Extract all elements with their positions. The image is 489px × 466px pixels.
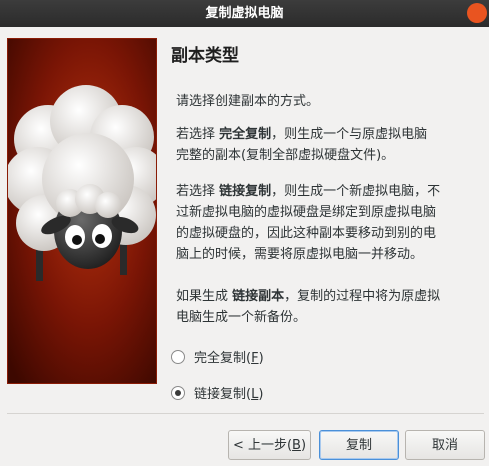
full-clone-option-label: 完全复制(F) [194, 347, 264, 366]
linked-clone-description: 若选择 链接复制，则生成一个新虚拟电脑，不 过新虚拟电脑的虚拟硬盘是绑定到原虚拟… [176, 181, 440, 265]
linked-clone-option[interactable]: 链接复制(L) [171, 383, 263, 402]
linked-clone-label-text: 链接复制( [194, 387, 252, 402]
full-clone-option[interactable]: 完全复制(F) [171, 347, 264, 366]
intro-text: 请选择创建副本的方式。 [176, 94, 320, 109]
sheep-icon [8, 39, 156, 383]
backup-note-line2: 电脑生成一个新备份。 [176, 310, 307, 325]
page-title: 副本类型 [171, 46, 239, 66]
title-bar: 复制虚拟电脑 [0, 0, 489, 27]
linked-clone-label-end: ) [258, 387, 264, 402]
wizard-content: 副本类型 请选择创建副本的方式。 若选择 完全复制，则生成一个与原虚拟电脑 完整… [171, 36, 483, 402]
full-clone-line1: ，则生成一个与原虚拟电脑 [271, 127, 428, 142]
linked-clone-prefix: 若选择 [176, 184, 220, 199]
backup-note-prefix: 如果生成 [176, 289, 233, 304]
back-button[interactable]: < 上一步(B) [228, 430, 311, 460]
window-title: 复制虚拟电脑 [205, 6, 284, 21]
sheep-illustration [7, 38, 157, 384]
back-mnemonic: B [292, 438, 301, 453]
linked-clone-radio[interactable] [171, 385, 185, 400]
linked-clone-line2: 过新虚拟电脑的虚拟硬盘是绑定到原虚拟电脑 [176, 205, 437, 220]
linked-clone-option-label: 链接复制(L) [194, 383, 263, 402]
close-button[interactable] [467, 3, 487, 23]
linked-clone-line1: ，则生成一个新虚拟电脑，不 [271, 184, 441, 199]
back-label-end: ) [300, 438, 307, 453]
clone-button[interactable]: 复制 [319, 430, 399, 460]
linked-clone-bold: 链接复制 [219, 184, 272, 199]
linked-clone-line3: 的虚拟硬盘的，因此这种副本要移动到别的电 [176, 226, 437, 241]
back-label: < 上一步( [232, 438, 293, 453]
full-clone-label-text: 完全复制( [194, 351, 252, 366]
full-clone-prefix: 若选择 [176, 127, 220, 142]
full-clone-mnemonic: F [251, 351, 259, 366]
cancel-button[interactable]: 取消 [405, 430, 485, 460]
full-clone-label-end: ) [258, 351, 264, 366]
full-clone-description: 若选择 完全复制，则生成一个与原虚拟电脑 完整的副本(复制全部虚拟硬盘文件)。 [176, 124, 427, 166]
backup-note: 如果生成 链接副本，复制的过程中将为原虚拟 电脑生成一个新备份。 [176, 286, 440, 328]
backup-note-line1: ，复制的过程中将为原虚拟 [284, 289, 441, 304]
full-clone-radio[interactable] [171, 349, 185, 364]
full-clone-bold: 完全复制 [219, 127, 272, 142]
linked-clone-line4: 脑上的时候，需要将原虚拟电脑一并移动。 [176, 247, 424, 262]
backup-note-bold: 链接副本 [232, 289, 285, 304]
full-clone-line2: 完整的副本(复制全部虚拟硬盘文件)。 [176, 148, 395, 163]
button-divider [7, 413, 484, 414]
